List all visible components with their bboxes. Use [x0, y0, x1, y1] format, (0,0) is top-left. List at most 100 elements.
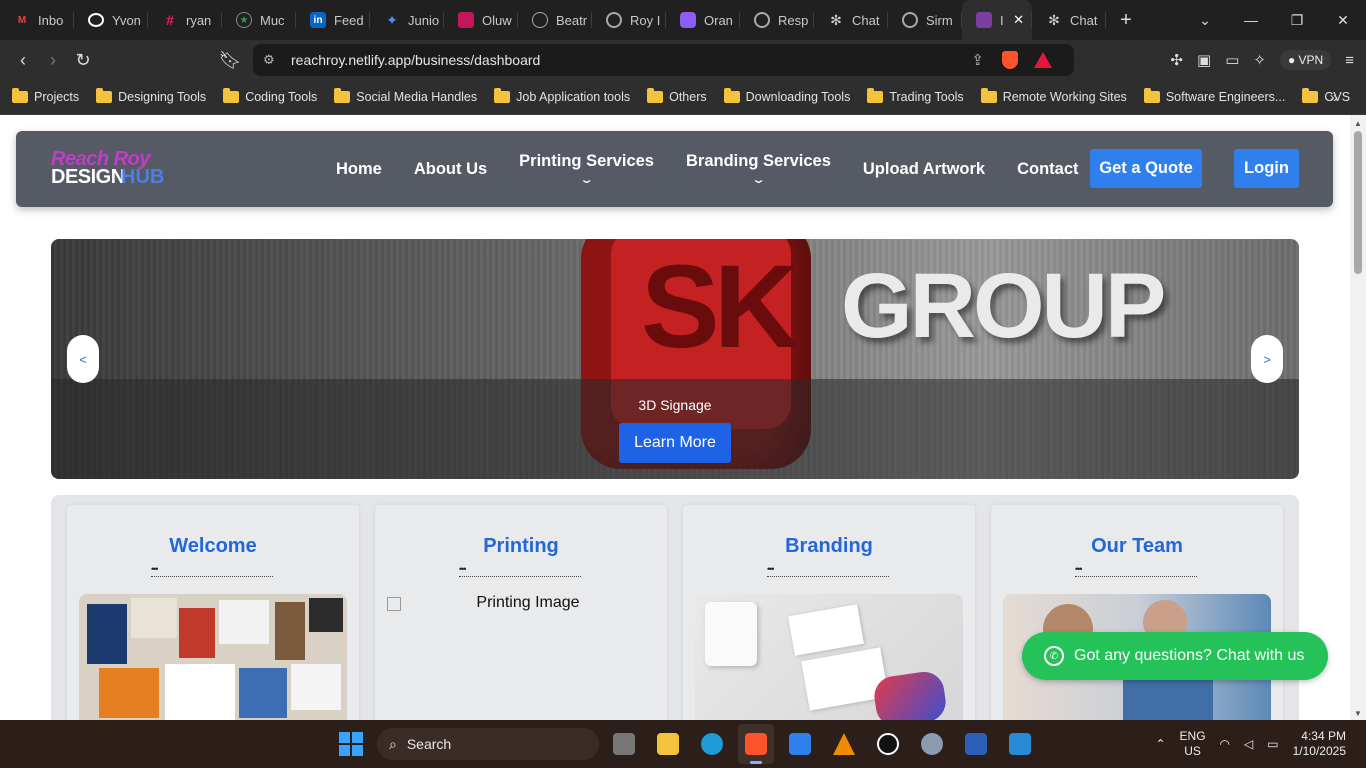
- wallet-icon[interactable]: ▭: [1225, 51, 1239, 69]
- scroll-down-icon[interactable]: ▼: [1354, 709, 1362, 718]
- browser-tab[interactable]: in Feed: [296, 0, 370, 40]
- bookmark-folder[interactable]: Software Engineers...: [1143, 88, 1285, 104]
- chevron-up-icon[interactable]: ⌃: [1155, 737, 1165, 751]
- browser-tab[interactable]: Beatr: [518, 0, 592, 40]
- restore-icon[interactable]: ❐: [1274, 12, 1320, 29]
- browser-tab[interactable]: # ryan: [148, 0, 222, 40]
- browser-tab[interactable]: ✦ Junio: [370, 0, 444, 40]
- file-explorer-icon[interactable]: [650, 724, 686, 764]
- site-logo[interactable]: Reach Roy DESIGN HUB: [51, 148, 181, 192]
- settings-icon[interactable]: [914, 724, 950, 764]
- extensions-icon[interactable]: ✣: [1170, 51, 1183, 69]
- bookmark-folder[interactable]: Coding Tools: [223, 88, 317, 104]
- scrollbar-thumb[interactable]: [1354, 131, 1362, 274]
- browser-tab[interactable]: Sirm: [888, 0, 962, 40]
- site-settings-icon[interactable]: ⚙: [263, 52, 275, 68]
- wifi-icon[interactable]: ◠: [1220, 737, 1230, 751]
- slack-icon: #: [166, 12, 174, 28]
- bookmark-folder[interactable]: Designing Tools: [96, 88, 206, 104]
- clock[interactable]: 4:34 PM 1/10/2025: [1293, 729, 1346, 759]
- brave-shields-icon[interactable]: [1002, 51, 1018, 69]
- nav-branding-services[interactable]: Branding Services ⌄: [686, 152, 831, 186]
- threads-icon: [88, 13, 104, 27]
- bookmark-folder[interactable]: Projects: [12, 88, 79, 104]
- learn-more-button[interactable]: Learn More: [619, 423, 731, 463]
- carousel-prev-button[interactable]: <: [67, 335, 99, 383]
- more-bookmarks-icon[interactable]: »: [1330, 89, 1338, 106]
- nav-about[interactable]: About Us: [414, 160, 487, 179]
- taskbar-search[interactable]: ⌕ Search: [377, 728, 599, 760]
- browser-tab[interactable]: ✻ Chat: [814, 0, 888, 40]
- tab-label: Oran: [704, 12, 733, 28]
- nav-upload-artwork[interactable]: Upload Artwork: [863, 160, 985, 179]
- bookmark-folder[interactable]: Remote Working Sites: [980, 88, 1127, 104]
- tab-label: Chat: [852, 12, 880, 28]
- bookmark-folder[interactable]: CVS: [1302, 88, 1350, 104]
- tab-label: Feed: [334, 12, 364, 28]
- login-button[interactable]: Login: [1234, 149, 1299, 188]
- edge-icon[interactable]: [694, 724, 730, 764]
- word-icon[interactable]: [958, 724, 994, 764]
- tab-label: Oluw: [482, 12, 512, 28]
- close-window-icon[interactable]: ✕: [1320, 12, 1366, 29]
- browser-tab-active[interactable]: I ✕: [962, 0, 1032, 40]
- nav-printing-services[interactable]: Printing Services ⌄: [519, 152, 654, 186]
- site-navbar: Reach Roy DESIGN HUB Home About Us Print…: [16, 131, 1333, 207]
- chevron-down-icon: ⌄: [579, 174, 594, 186]
- browser-tab[interactable]: Oran: [666, 0, 740, 40]
- tab-search-icon[interactable]: ⌄: [1182, 12, 1228, 29]
- volume-icon[interactable]: ◁: [1244, 737, 1253, 751]
- forward-icon[interactable]: ›: [38, 50, 68, 71]
- store-icon[interactable]: [782, 724, 818, 764]
- bookmark-folder[interactable]: Social Media Handles: [334, 88, 477, 104]
- browser-tab[interactable]: Roy I: [592, 0, 666, 40]
- menu-icon[interactable]: ≡: [1345, 52, 1354, 69]
- time: 4:34 PM: [1301, 729, 1346, 743]
- folder-icon: [334, 88, 351, 103]
- date: 1/10/2025: [1292, 744, 1346, 758]
- new-tab-button[interactable]: +: [1106, 0, 1146, 40]
- leo-ai-icon[interactable]: ✧: [1253, 51, 1266, 69]
- whatsapp-chat-button[interactable]: ✆ Got any questions? Chat with us: [1022, 632, 1328, 680]
- share-icon[interactable]: ⇪: [971, 51, 984, 69]
- nav-contact[interactable]: Contact: [1017, 160, 1078, 179]
- browser-tab[interactable]: M Inbo: [0, 0, 74, 40]
- reload-icon[interactable]: ↻: [68, 50, 98, 71]
- address-bar[interactable]: ⚙ reachroy.netlify.app/business/dashboar…: [253, 44, 1074, 76]
- bookmark-label: Remote Working Sites: [1002, 90, 1127, 104]
- back-icon[interactable]: ‹: [8, 50, 38, 71]
- brave-icon[interactable]: [738, 724, 774, 764]
- sidebar-icon[interactable]: ▣: [1197, 51, 1211, 69]
- minimize-icon[interactable]: —: [1228, 12, 1274, 28]
- vlc-icon[interactable]: [826, 724, 862, 764]
- bookmark-folder[interactable]: Downloading Tools: [723, 88, 850, 104]
- circle-icon: [532, 12, 548, 28]
- browser-tab[interactable]: ★ Muc: [222, 0, 296, 40]
- vscode-icon[interactable]: [1002, 724, 1038, 764]
- bookmark-folder[interactable]: Job Application tools: [494, 88, 630, 104]
- bookmark-folder[interactable]: Trading Tools: [867, 88, 964, 104]
- bookmark-folder[interactable]: Others: [647, 88, 707, 104]
- bookmark-icon[interactable]: 🔖︎: [215, 50, 245, 71]
- scroll-up-icon[interactable]: ▲: [1354, 119, 1362, 128]
- nav-home[interactable]: Home: [336, 160, 382, 179]
- page-scrollbar[interactable]: ▲ ▼: [1350, 115, 1366, 720]
- browser-tab[interactable]: Resp: [740, 0, 814, 40]
- services-section: Welcome Printing Printing Image: [51, 495, 1299, 720]
- get-quote-button[interactable]: Get a Quote: [1090, 149, 1202, 188]
- browser-tab[interactable]: Oluw: [444, 0, 518, 40]
- welcome-image: [79, 594, 347, 720]
- windows-start-icon[interactable]: [339, 732, 363, 756]
- nav-label: Branding Services: [685, 152, 831, 170]
- close-icon[interactable]: ✕: [1013, 12, 1024, 28]
- vpn-button[interactable]: ● VPN: [1279, 50, 1332, 70]
- browser-tab[interactable]: Yvon: [74, 0, 148, 40]
- browser-tab[interactable]: ✻ Chat: [1032, 0, 1106, 40]
- brave-rewards-icon[interactable]: [1034, 52, 1052, 68]
- card-printing: Printing Printing Image: [375, 505, 667, 720]
- task-view-icon[interactable]: [606, 724, 642, 764]
- carousel-next-button[interactable]: >: [1251, 335, 1283, 383]
- battery-icon[interactable]: ▭: [1267, 737, 1278, 751]
- penguin-icon[interactable]: [870, 724, 906, 764]
- language-indicator[interactable]: ENG US: [1180, 729, 1206, 759]
